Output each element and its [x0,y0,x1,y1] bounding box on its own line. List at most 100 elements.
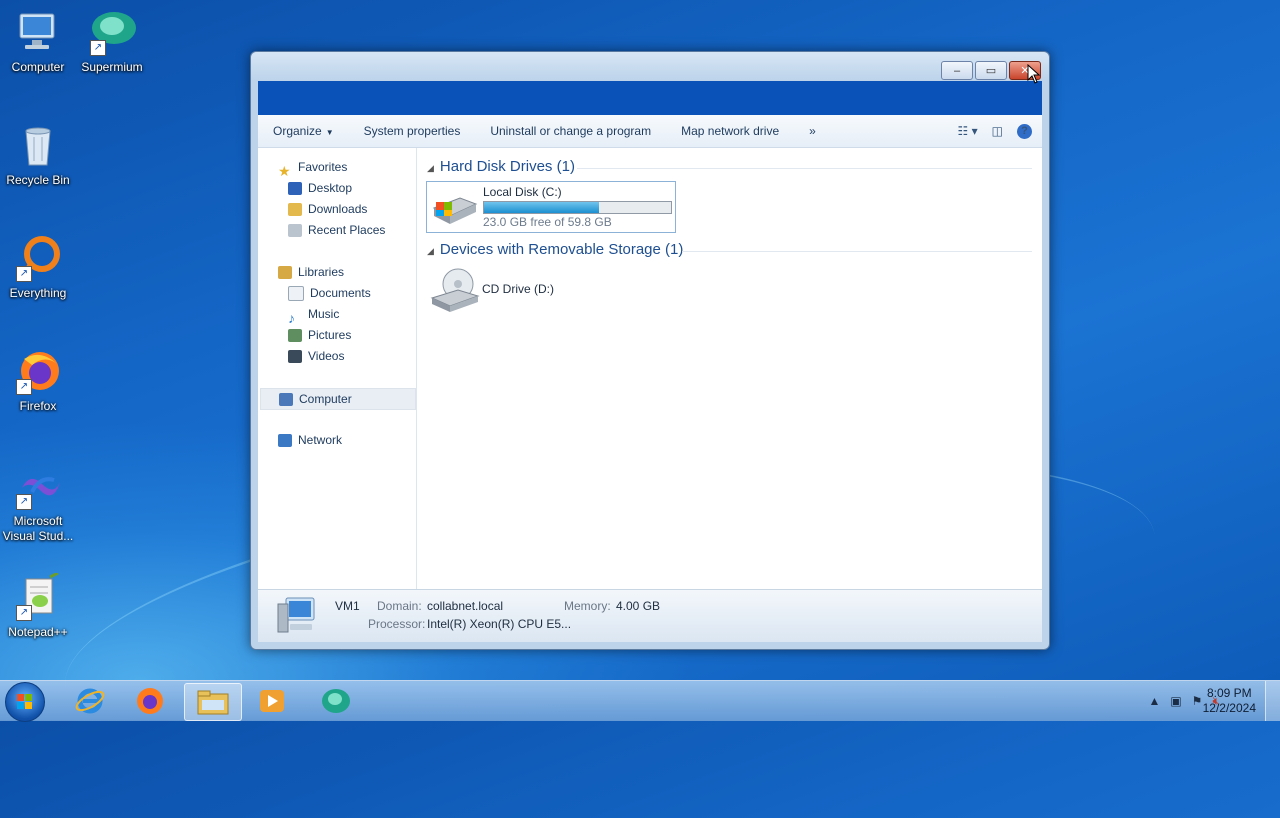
shortcut-arrow-icon: ↗ [16,494,32,510]
group-divider [577,168,1032,169]
nav-recent-places[interactable]: Recent Places [288,220,385,240]
command-bar: Organize ▼ System properties Uninstall or… [258,115,1042,148]
computer-large-icon [274,596,320,639]
view-options-icon[interactable]: ☷ ▾ [958,124,978,138]
taskbar-file-explorer[interactable] [184,683,242,721]
group-divider [682,251,1032,252]
drive-c-usage-fill [484,202,599,213]
drive-local-disk-c[interactable]: Local Disk (C:) 23.0 GB free of 59.8 GB [426,181,676,233]
taskbar-internet-explorer[interactable] [62,683,118,719]
nav-recent-label: Recent Places [308,223,386,237]
everything-icon: ↗ [14,234,62,282]
recycle-bin-icon [14,121,62,169]
action-center-flag-icon[interactable]: ⚑ [1192,694,1203,708]
details-pane: VM1 Domain: collabnet.local Memory: 4.00… [258,589,1042,642]
libraries-icon [278,266,292,280]
music-icon: ♪ [288,310,295,327]
view-controls: ☷ ▾ ◫ ? [944,123,1042,139]
explorer-window[interactable]: – ▭ ✕ Organize ▼ System properties Uninst… [250,51,1050,650]
taskbar: ▲ ▣ ⚑ 🔇︎ 8:09 PM 12/2/2024 [0,680,1280,722]
supermium-icon: ↗ [88,8,136,56]
notepadpp-icon: ↗ [14,571,62,621]
computer-name: VM1 [335,599,360,613]
collapse-triangle-icon: ◢ [427,246,434,256]
desktop-icon-recycle-bin[interactable]: Recycle Bin [0,121,76,188]
nav-music[interactable]: ♪ Music [288,304,339,327]
nav-desktop-label: Desktop [308,181,353,195]
nav-documents[interactable]: Documents [288,283,371,303]
windows-logo-icon [17,694,32,709]
nav-favorites-label: Favorites [298,160,348,174]
address-bar[interactable] [258,81,1042,115]
nav-pictures-label: Pictures [308,328,352,342]
desktop-icon-firefox[interactable]: ↗ Firefox [0,347,76,414]
nav-documents-label: Documents [310,286,371,300]
desktop-icon-everything[interactable]: ↗ Everything [0,234,76,301]
shortcut-arrow-icon: ↗ [16,266,32,282]
content-pane: ◢ Hard Disk Drives (1) Local Disk (C:) 23… [417,148,1042,589]
internet-explorer-icon [75,688,105,714]
nav-downloads-label: Downloads [308,202,368,216]
navigation-pane: ★ Favorites Desktop Downloads Recent Plac… [258,148,417,589]
clock-date: 12/2/2024 [1202,701,1256,715]
help-icon[interactable]: ? [1017,123,1032,139]
show-desktop-button[interactable] [1265,681,1280,721]
nav-network[interactable]: Network [278,430,342,450]
group-removable-label: Devices with Removable Storage (1) [439,241,684,258]
desktop-icon-supermium[interactable]: ↗ Supermium [74,8,150,75]
domain-label: Domain: [377,599,422,613]
memory-value: 4.00 GB [616,599,661,613]
drive-c-usage-bar [483,201,672,214]
cd-drive-icon [428,268,480,319]
show-hidden-icons-icon[interactable]: ▲ [1148,694,1160,708]
organize-button[interactable]: Organize ▼ [258,124,349,138]
drive-c-name: Local Disk (C:) [483,185,562,199]
downloads-folder-icon [288,203,302,217]
drive-d-name: CD Drive (D:) [482,282,554,296]
maximize-button[interactable]: ▭ [975,61,1007,80]
desktop-icon-notepadpp[interactable]: ↗ Notepad++ [0,571,76,640]
folder-icon [197,690,229,715]
processor-label: Processor: [368,617,426,631]
more-commands-button[interactable]: » [794,124,831,138]
map-network-drive-button[interactable]: Map network drive [666,124,794,138]
nav-network-label: Network [298,433,343,447]
system-properties-button[interactable]: System properties [349,124,476,138]
uninstall-program-button[interactable]: Uninstall or change a program [475,124,666,138]
nav-downloads[interactable]: Downloads [288,199,367,219]
network-icon [278,434,292,448]
clock[interactable]: 8:09 PM 12/2/2024 [1203,686,1256,716]
taskbar-supermium[interactable] [308,683,364,719]
minimize-button[interactable]: – [941,61,973,80]
preview-pane-icon[interactable]: ◫ [992,124,1003,138]
firefox-icon: ↗ [14,347,62,395]
nav-pictures[interactable]: Pictures [288,325,351,345]
nav-desktop[interactable]: Desktop [288,178,352,198]
network-tray-icon[interactable]: ▣ [1170,694,1181,708]
taskbar-media-player[interactable] [244,683,300,719]
start-button[interactable] [5,682,45,722]
shortcut-arrow-icon: ↗ [16,379,32,395]
nav-videos[interactable]: Videos [288,346,344,366]
documents-icon [288,286,304,302]
drive-cd-d[interactable]: CD Drive (D:) [426,268,626,316]
nav-favorites[interactable]: ★ Favorites [278,157,348,179]
videos-icon [288,350,302,364]
processor-value: Intel(R) Xeon(R) CPU E5... [427,617,572,631]
drive-c-free-space: 23.0 GB free of 59.8 GB [483,215,612,229]
taskbar-firefox[interactable] [122,683,178,719]
pictures-icon [288,329,302,343]
group-hard-disk-drives[interactable]: ◢ Hard Disk Drives (1) [427,158,575,175]
nav-libraries[interactable]: Libraries [278,262,344,282]
nav-computer[interactable]: Computer [260,388,416,410]
computer-icon [279,393,293,407]
desktop-icon-computer[interactable]: Computer [0,8,76,75]
group-removable-storage[interactable]: ◢ Devices with Removable Storage (1) [427,241,683,258]
hard-drive-icon [430,192,478,229]
visual-studio-icon: ↗ [14,462,62,510]
desktop-icon-visual-studio[interactable]: ↗ Microsoft Visual Stud... [0,462,76,544]
computer-icon [14,8,62,56]
title-bar[interactable]: – ▭ ✕ [251,52,1049,81]
domain-value: collabnet.local [427,599,504,613]
shortcut-arrow-icon: ↗ [90,40,106,56]
